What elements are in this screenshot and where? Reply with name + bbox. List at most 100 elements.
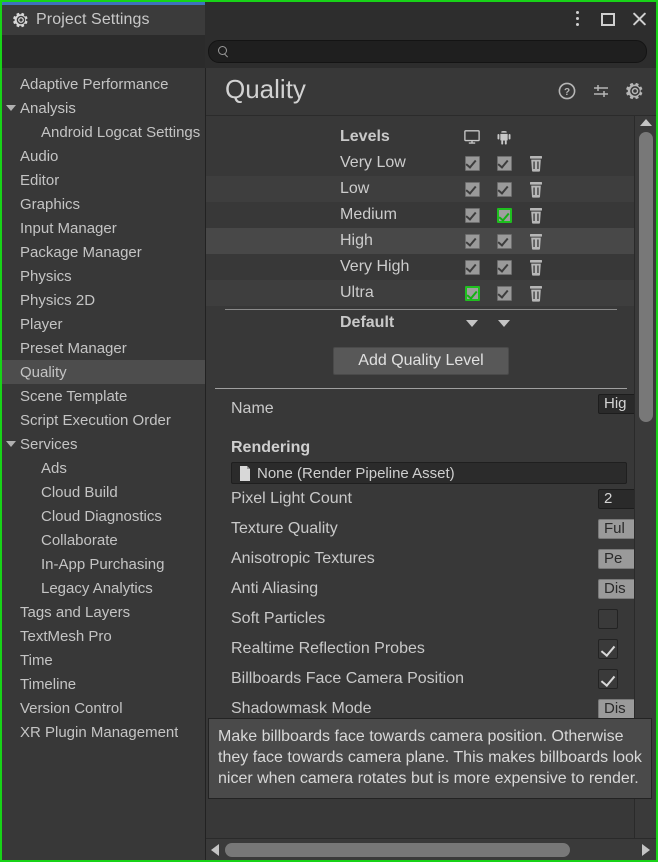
android-checkbox[interactable] bbox=[497, 260, 512, 275]
sidebar-item-legacy-analytics[interactable]: Legacy Analytics bbox=[2, 576, 205, 600]
trash-icon[interactable] bbox=[528, 155, 544, 172]
horizontal-scrollbar[interactable] bbox=[206, 838, 656, 860]
vertical-scrollbar-thumb[interactable] bbox=[639, 132, 653, 422]
sidebar-item-android-logcat-settings[interactable]: Android Logcat Settings bbox=[2, 120, 205, 144]
android-checkbox[interactable] bbox=[497, 286, 512, 301]
sidebar-item-cloud-diagnostics[interactable]: Cloud Diagnostics bbox=[2, 504, 205, 528]
quality-level-row[interactable]: Medium bbox=[206, 202, 636, 228]
standalone-checkbox[interactable] bbox=[465, 286, 480, 301]
check-glyph bbox=[497, 157, 508, 169]
android-checkbox[interactable] bbox=[497, 234, 512, 249]
trash-icon[interactable] bbox=[528, 285, 544, 302]
check-glyph bbox=[465, 209, 476, 221]
search-box[interactable] bbox=[208, 40, 647, 63]
chevron-down-glyph[interactable] bbox=[6, 105, 16, 111]
trash-icon[interactable] bbox=[528, 259, 544, 276]
sidebar-item-audio[interactable]: Audio bbox=[2, 144, 205, 168]
more-menu-icon[interactable] bbox=[568, 10, 586, 28]
chevron-down-glyph[interactable] bbox=[6, 441, 16, 447]
help-icon[interactable]: ? bbox=[558, 82, 576, 100]
sidebar-item-textmesh-pro[interactable]: TextMesh Pro bbox=[2, 624, 205, 648]
chevron-down-icon[interactable] bbox=[466, 320, 478, 327]
sidebar-item-editor[interactable]: Editor bbox=[2, 168, 205, 192]
settings-gear-icon[interactable] bbox=[626, 82, 644, 100]
settings-sidebar[interactable]: Adaptive PerformanceAnalysisAndroid Logc… bbox=[2, 68, 205, 860]
quality-level-row[interactable]: Very Low bbox=[206, 150, 636, 176]
quality-level-row[interactable]: High bbox=[206, 228, 636, 254]
render-pipeline-asset-label: None (Render Pipeline Asset) bbox=[257, 465, 455, 482]
quality-level-row[interactable]: Low bbox=[206, 176, 636, 202]
android-platform-icon[interactable] bbox=[496, 129, 512, 146]
property-checkbox[interactable] bbox=[598, 609, 618, 629]
sidebar-item-ads[interactable]: Ads bbox=[2, 456, 205, 480]
rendering-properties: Pixel Light Count2Texture QualityFulAnis… bbox=[206, 484, 636, 724]
tab-project-settings[interactable]: Project Settings bbox=[2, 2, 205, 35]
search-input[interactable] bbox=[234, 45, 646, 59]
sidebar-item-tags-and-layers[interactable]: Tags and Layers bbox=[2, 600, 205, 624]
scroll-up-arrow-icon[interactable] bbox=[640, 119, 652, 126]
property-checkbox[interactable] bbox=[598, 669, 618, 689]
horizontal-scrollbar-thumb[interactable] bbox=[225, 843, 570, 857]
standalone-checkbox[interactable] bbox=[465, 208, 480, 223]
sidebar-item-physics[interactable]: Physics bbox=[2, 264, 205, 288]
sidebar-item-package-manager[interactable]: Package Manager bbox=[2, 240, 205, 264]
sidebar-item-time[interactable]: Time bbox=[2, 648, 205, 672]
render-pipeline-asset-field[interactable]: None (Render Pipeline Asset) bbox=[231, 462, 627, 484]
trash-icon[interactable] bbox=[528, 181, 544, 198]
sidebar-item-collaborate[interactable]: Collaborate bbox=[2, 528, 205, 552]
sidebar-item-label: Audio bbox=[20, 148, 58, 165]
sidebar-item-version-control[interactable]: Version Control bbox=[2, 696, 205, 720]
maximize-icon[interactable] bbox=[599, 10, 617, 28]
sidebar-item-xr-plugin-management[interactable]: XR Plugin Management bbox=[2, 720, 205, 744]
sidebar-item-label: Collaborate bbox=[20, 532, 118, 549]
trash-icon[interactable] bbox=[528, 207, 544, 224]
scroll-right-arrow-icon[interactable] bbox=[642, 844, 650, 856]
property-row: Anti AliasingDis bbox=[206, 574, 636, 604]
sidebar-item-player[interactable]: Player bbox=[2, 312, 205, 336]
preset-icon[interactable] bbox=[592, 82, 610, 100]
quality-level-row[interactable]: Ultra bbox=[206, 280, 636, 306]
sidebar-item-preset-manager[interactable]: Preset Manager bbox=[2, 336, 205, 360]
trash-icon[interactable] bbox=[528, 233, 544, 250]
standalone-checkbox[interactable] bbox=[465, 260, 480, 275]
standalone-platform-icon[interactable] bbox=[464, 129, 480, 145]
project-settings-window: Project Settings Adaptive PerformanceAna… bbox=[0, 0, 658, 862]
standalone-checkbox[interactable] bbox=[465, 156, 480, 171]
scroll-left-arrow-icon[interactable] bbox=[211, 844, 219, 856]
sidebar-item-adaptive-performance[interactable]: Adaptive Performance bbox=[2, 72, 205, 96]
sidebar-item-scene-template[interactable]: Scene Template bbox=[2, 384, 205, 408]
property-label: Pixel Light Count bbox=[231, 490, 352, 508]
sidebar-item-timeline[interactable]: Timeline bbox=[2, 672, 205, 696]
close-icon[interactable] bbox=[630, 10, 648, 28]
quality-level-row[interactable]: Very High bbox=[206, 254, 636, 280]
sidebar-item-in-app-purchasing[interactable]: In-App Purchasing bbox=[2, 552, 205, 576]
window-title-bar: Project Settings bbox=[2, 2, 656, 35]
quality-level-cells bbox=[464, 150, 544, 176]
sidebar-item-graphics[interactable]: Graphics bbox=[2, 192, 205, 216]
property-label: Soft Particles bbox=[231, 610, 325, 628]
sidebar-item-input-manager[interactable]: Input Manager bbox=[2, 216, 205, 240]
standalone-checkbox[interactable] bbox=[465, 234, 480, 249]
sidebar-item-cloud-build[interactable]: Cloud Build bbox=[2, 480, 205, 504]
standalone-checkbox[interactable] bbox=[465, 182, 480, 197]
sidebar-item-quality[interactable]: Quality bbox=[2, 360, 205, 384]
android-checkbox[interactable] bbox=[497, 208, 512, 223]
check-glyph bbox=[465, 261, 476, 273]
quality-level-cells bbox=[464, 228, 544, 254]
sidebar-item-script-execution-order[interactable]: Script Execution Order bbox=[2, 408, 205, 432]
sidebar-item-label: Tags and Layers bbox=[20, 604, 130, 621]
android-checkbox[interactable] bbox=[497, 182, 512, 197]
levels-header-label: Levels bbox=[340, 124, 390, 150]
quality-level-cells bbox=[464, 280, 544, 306]
default-label: Default bbox=[340, 310, 394, 336]
sidebar-item-analysis[interactable]: Analysis bbox=[2, 96, 205, 120]
default-levels-row: Default bbox=[206, 310, 636, 336]
sidebar-item-services[interactable]: Services bbox=[2, 432, 205, 456]
chevron-down-icon[interactable] bbox=[498, 320, 510, 327]
property-checkbox[interactable] bbox=[598, 639, 618, 659]
add-quality-level-button[interactable]: Add Quality Level bbox=[333, 347, 508, 375]
check-glyph bbox=[466, 288, 477, 300]
android-checkbox[interactable] bbox=[497, 156, 512, 171]
sidebar-item-label: Package Manager bbox=[20, 244, 142, 261]
sidebar-item-physics-2d[interactable]: Physics 2D bbox=[2, 288, 205, 312]
